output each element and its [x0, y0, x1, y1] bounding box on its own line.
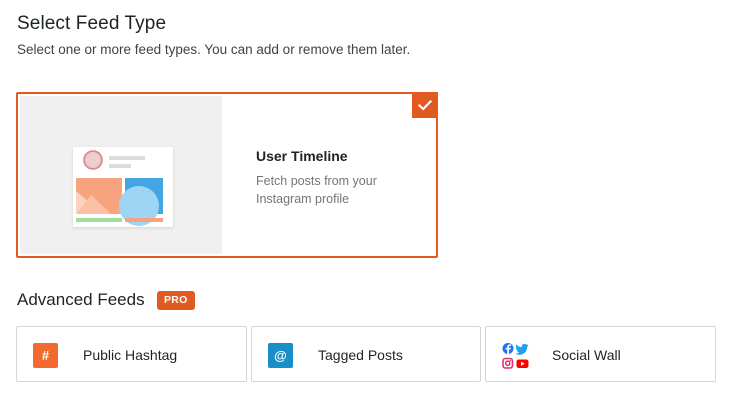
tagged-posts-card[interactable]: @ Tagged Posts — [251, 326, 481, 382]
social-wall-card[interactable]: Social Wall — [485, 326, 716, 382]
selected-check-badge — [412, 92, 438, 118]
page-title: Select Feed Type — [17, 13, 167, 34]
feed-type-selector: Select Feed Type Select one or more feed… — [0, 0, 732, 402]
pro-badge: PRO — [157, 291, 195, 310]
check-icon — [418, 99, 432, 111]
public-hashtag-label: Public Hashtag — [83, 347, 178, 363]
hashtag-icon: # — [33, 343, 58, 368]
instagram-icon — [502, 357, 514, 369]
at-sign-icon: @ — [268, 343, 293, 368]
facebook-icon — [502, 343, 514, 354]
user-timeline-title: User Timeline — [256, 148, 348, 164]
advanced-feeds-heading: Advanced Feeds — [17, 290, 145, 309]
user-timeline-card[interactable]: User Timeline Fetch posts from your Inst… — [16, 92, 438, 258]
twitter-icon — [515, 343, 529, 355]
profile-illustration — [73, 147, 173, 227]
user-timeline-description: Fetch posts from your Instagram profile — [256, 174, 377, 206]
youtube-icon — [516, 359, 529, 368]
page-subtitle: Select one or more feed types. You can a… — [17, 42, 411, 57]
tagged-posts-label: Tagged Posts — [318, 347, 403, 363]
public-hashtag-card[interactable]: # Public Hashtag — [16, 326, 247, 382]
timeline-illustration-panel — [20, 96, 222, 254]
social-wall-icons — [502, 343, 529, 369]
social-wall-label: Social Wall — [552, 347, 621, 363]
